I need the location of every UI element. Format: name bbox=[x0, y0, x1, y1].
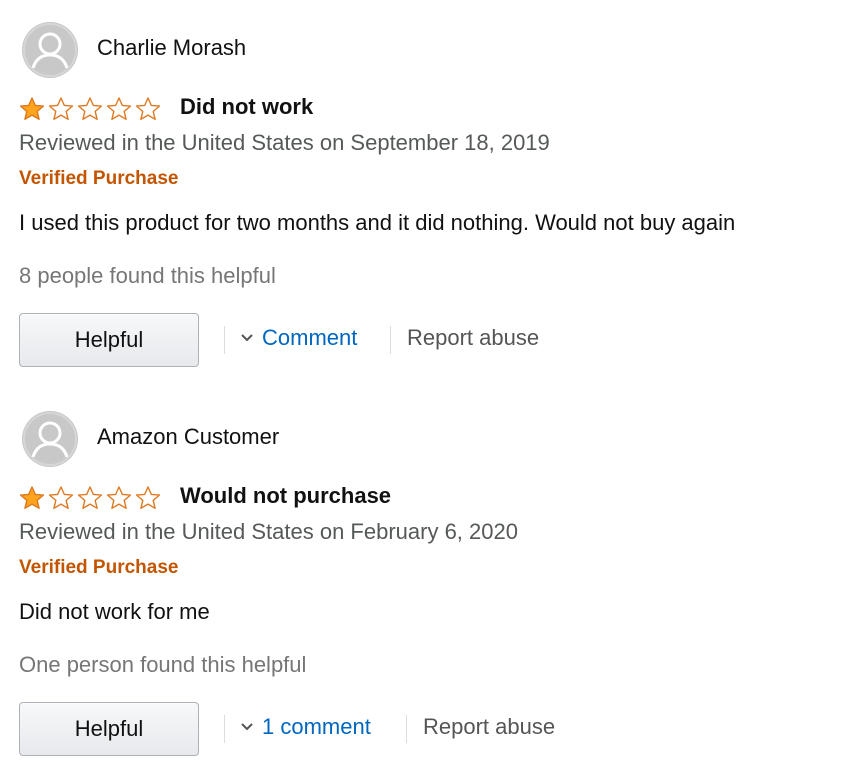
reviews-list: Charlie Morash Did not work Reviewed in … bbox=[0, 0, 868, 782]
star-empty-icon bbox=[77, 97, 103, 120]
reviewer-name[interactable]: Charlie Morash bbox=[97, 35, 246, 61]
divider bbox=[406, 715, 407, 743]
comment-label: 1 comment bbox=[262, 714, 371, 739]
review-body: Did not work for me bbox=[19, 599, 210, 624]
review-title[interactable]: Would not purchase bbox=[180, 483, 391, 509]
default-user-avatar-icon bbox=[22, 411, 78, 467]
review-date: Reviewed in the United States on Septemb… bbox=[19, 130, 550, 155]
divider bbox=[224, 715, 225, 743]
star-empty-icon bbox=[106, 97, 132, 120]
reviewer-name[interactable]: Amazon Customer bbox=[97, 424, 279, 450]
review-card: Charlie Morash Did not work Reviewed in … bbox=[0, 0, 868, 380]
star-filled-icon bbox=[19, 486, 45, 509]
review-date: Reviewed in the United States on Februar… bbox=[19, 519, 518, 544]
review-body: I used this product for two months and i… bbox=[19, 210, 736, 235]
comment-link[interactable]: Comment bbox=[240, 325, 357, 351]
helpful-count: 8 people found this helpful bbox=[19, 263, 276, 288]
chevron-down-icon bbox=[241, 334, 253, 342]
divider bbox=[390, 326, 391, 354]
verified-purchase-badge: Verified Purchase bbox=[19, 557, 179, 578]
star-empty-icon bbox=[48, 486, 74, 509]
chevron-down-icon bbox=[241, 723, 253, 731]
star-empty-icon bbox=[135, 486, 161, 509]
star-rating[interactable] bbox=[18, 485, 163, 511]
default-user-avatar-icon bbox=[22, 22, 78, 78]
star-filled-icon bbox=[19, 97, 45, 120]
review-card: Amazon Customer Would not purchase Revie… bbox=[0, 389, 868, 769]
star-empty-icon bbox=[135, 97, 161, 120]
review-title[interactable]: Did not work bbox=[180, 94, 313, 120]
verified-purchase-badge: Verified Purchase bbox=[19, 168, 179, 189]
helpful-button[interactable]: Helpful bbox=[19, 313, 199, 367]
helpful-count: One person found this helpful bbox=[19, 652, 307, 677]
divider bbox=[224, 326, 225, 354]
helpful-button[interactable]: Helpful bbox=[19, 702, 199, 756]
star-empty-icon bbox=[77, 486, 103, 509]
star-empty-icon bbox=[48, 97, 74, 120]
star-rating[interactable] bbox=[18, 96, 163, 122]
comment-label: Comment bbox=[262, 325, 358, 350]
report-abuse-link[interactable]: Report abuse bbox=[407, 325, 539, 351]
comment-link[interactable]: 1 comment bbox=[240, 714, 371, 740]
star-empty-icon bbox=[106, 486, 132, 509]
report-abuse-link[interactable]: Report abuse bbox=[423, 714, 555, 740]
